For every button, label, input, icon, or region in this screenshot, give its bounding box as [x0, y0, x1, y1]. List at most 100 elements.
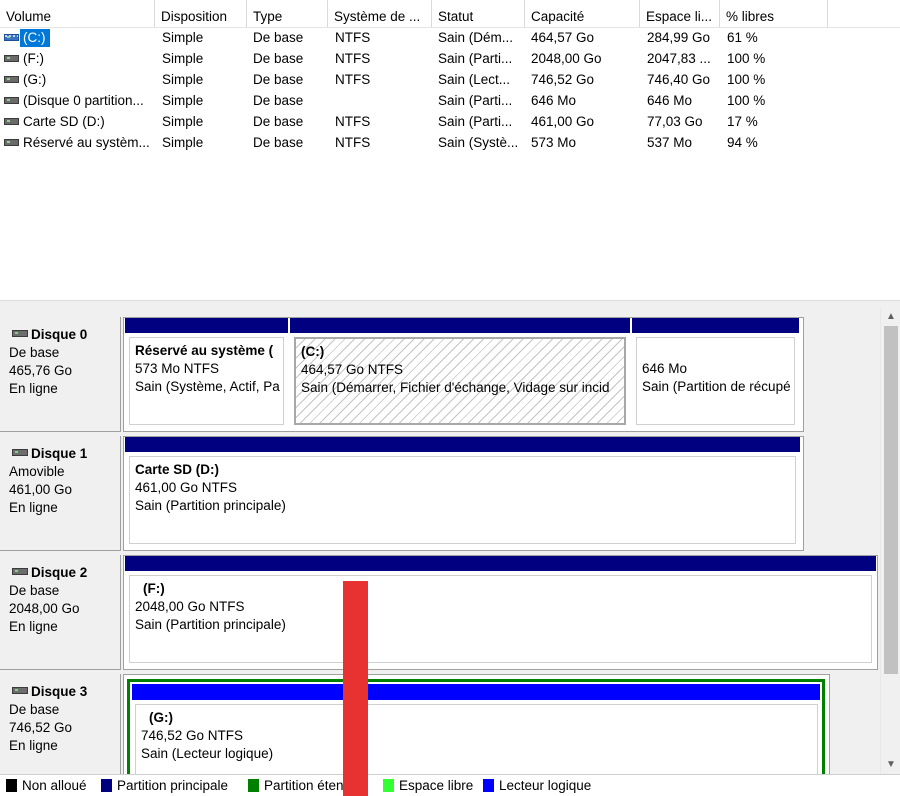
volume-filesystem: NTFS: [335, 30, 371, 45]
disk-label[interactable]: Disque 0 De base 465,76 Go En ligne: [0, 317, 121, 432]
disk-icon: [12, 568, 28, 575]
volume-status: Sain (Lect...: [438, 72, 511, 87]
extended-partition[interactable]: (G:) 746,52 Go NTFS Sain (Lecteur logiqu…: [127, 679, 825, 774]
partition-c-drive[interactable]: (C:) 464,57 Go NTFS Sain (Démarrer, Fich…: [290, 318, 630, 429]
volume-type: De base: [253, 114, 304, 129]
partition-info: Réservé au système ( 573 Mo NTFS Sain (S…: [129, 337, 284, 425]
volume-filesystem: NTFS: [335, 135, 371, 150]
legend-swatch-icon: [383, 779, 394, 792]
column-header-label: Volume: [6, 9, 52, 24]
volume-row[interactable]: (Disque 0 partition... Simple De base Sa…: [0, 91, 900, 112]
column-header-percent-free[interactable]: % libres: [720, 0, 828, 28]
volume-list[interactable]: Volume Disposition Type Système de ... S…: [0, 0, 900, 300]
disk-state: En ligne: [9, 500, 58, 515]
volume-name: (C:): [20, 29, 50, 47]
partition-status: Sain (Partition de récupé: [642, 379, 791, 394]
volume-icon: [4, 76, 19, 83]
column-header-filesystem[interactable]: Système de ...: [328, 0, 432, 28]
legend-item: Lecteur logique: [483, 778, 591, 793]
volume-row[interactable]: Carte SD (D:) Simple De base NTFS Sain (…: [0, 112, 900, 133]
volume-type: De base: [253, 72, 304, 87]
column-header-label: % libres: [726, 9, 775, 24]
partition-f-drive[interactable]: (F:) 2048,00 Go NTFS Sain (Partition pri…: [125, 556, 876, 667]
volume-capacity: 746,52 Go: [531, 72, 595, 87]
chevron-up-icon[interactable]: ▲: [881, 308, 900, 326]
volume-free-space: 77,03 Go: [647, 114, 703, 129]
partition-g-drive[interactable]: (G:) 746,52 Go NTFS Sain (Lecteur logiqu…: [135, 704, 818, 774]
partition-size: 464,57 Go NTFS: [301, 362, 404, 377]
partition-status: Sain (Partition principale): [135, 617, 286, 632]
volume-layout: Simple: [162, 30, 204, 45]
disk-state: En ligne: [9, 619, 58, 634]
disk-icon: [12, 330, 28, 337]
partition-info: Carte SD (D:) 461,00 Go NTFS Sain (Parti…: [129, 456, 796, 544]
disk-row-3[interactable]: Disque 3 De base 746,52 Go En ligne (G:)…: [0, 674, 880, 774]
disk-name: Disque 2: [31, 565, 88, 580]
partition-sd-card[interactable]: Carte SD (D:) 461,00 Go NTFS Sain (Parti…: [125, 437, 800, 548]
column-header-label: Système de ...: [334, 9, 421, 24]
column-header-type[interactable]: Type: [247, 0, 328, 28]
partition-info: 646 Mo Sain (Partition de récupé: [636, 337, 795, 425]
column-header-filler: [828, 0, 900, 28]
partition-size: 746,52 Go NTFS: [141, 728, 244, 743]
disk-graphic-view: Disque 0 De base 465,76 Go En ligne Rése…: [0, 308, 900, 774]
disk-row-1[interactable]: Disque 1 Amovible 461,00 Go En ligne Car…: [0, 436, 880, 551]
column-header-disposition[interactable]: Disposition: [155, 0, 247, 28]
volume-percent-free: 17 %: [727, 114, 758, 129]
partition-name: (F:): [143, 581, 165, 596]
volume-status: Sain (Parti...: [438, 114, 513, 129]
volume-name: (Disque 0 partition...: [23, 93, 144, 108]
volume-row[interactable]: Réservé au systèm... Simple De base NTFS…: [0, 133, 900, 154]
volume-name: (F:): [23, 51, 44, 66]
column-header-capacity[interactable]: Capacité: [525, 0, 640, 28]
volume-row[interactable]: (C:) Simple De base NTFS Sain (Dém... 46…: [0, 28, 900, 49]
disk-partitions: Carte SD (D:) 461,00 Go NTFS Sain (Parti…: [123, 436, 804, 551]
disk-label[interactable]: Disque 2 De base 2048,00 Go En ligne: [0, 555, 121, 670]
scrollbar-thumb[interactable]: [884, 326, 898, 674]
column-header-label: Disposition: [161, 9, 228, 24]
volume-free-space: 284,99 Go: [647, 30, 711, 45]
chevron-down-icon[interactable]: ▼: [881, 756, 900, 774]
column-header-label: Statut: [438, 9, 474, 24]
column-header-volume[interactable]: Volume: [0, 0, 155, 28]
disk-name: Disque 1: [31, 446, 88, 461]
volume-layout: Simple: [162, 51, 204, 66]
volume-row[interactable]: (F:) Simple De base NTFS Sain (Parti... …: [0, 49, 900, 70]
partition-system-reserved[interactable]: Réservé au système ( 573 Mo NTFS Sain (S…: [125, 318, 288, 429]
volume-row[interactable]: (G:) Simple De base NTFS Sain (Lect... 7…: [0, 70, 900, 91]
disk-kind: De base: [9, 702, 60, 717]
disk-label[interactable]: Disque 3 De base 746,52 Go En ligne: [0, 674, 121, 774]
column-header-free-space[interactable]: Espace li...: [640, 0, 720, 28]
disk-icon: [12, 687, 28, 694]
volume-free-space: 746,40 Go: [647, 72, 711, 87]
partition-size: 646 Mo: [642, 361, 688, 376]
volume-free-space: 2047,83 ...: [647, 51, 711, 66]
pane-splitter[interactable]: [0, 300, 900, 308]
volume-icon: [4, 118, 19, 125]
legend-item: Partition principale: [101, 778, 228, 793]
disk-label[interactable]: Disque 1 Amovible 461,00 Go En ligne: [0, 436, 121, 551]
volume-free-space: 537 Mo: [647, 135, 693, 150]
legend-item: Non alloué: [6, 778, 87, 793]
volume-filesystem: NTFS: [335, 51, 371, 66]
disk-row-2[interactable]: Disque 2 De base 2048,00 Go En ligne (F:…: [0, 555, 880, 670]
volume-icon: [4, 139, 19, 146]
volume-name: Réservé au systèm...: [23, 135, 150, 150]
volume-filesystem: NTFS: [335, 114, 371, 129]
volume-capacity: 573 Mo: [531, 135, 577, 150]
column-header-status[interactable]: Statut: [432, 0, 525, 28]
disk-size: 465,76 Go: [9, 363, 73, 378]
volume-layout: Simple: [162, 114, 204, 129]
partition-name: Réservé au système (: [135, 343, 274, 358]
volume-status: Sain (Parti...: [438, 93, 513, 108]
partition-info: (F:) 2048,00 Go NTFS Sain (Partition pri…: [129, 575, 872, 663]
disk-state: En ligne: [9, 381, 58, 396]
disk-row-0[interactable]: Disque 0 De base 465,76 Go En ligne Rése…: [0, 317, 880, 432]
volume-icon: [4, 55, 19, 62]
volume-icon: [4, 97, 19, 104]
partition-size: 573 Mo NTFS: [135, 361, 220, 376]
disk-size: 2048,00 Go: [9, 601, 80, 616]
volume-percent-free: 100 %: [727, 93, 766, 108]
partition-recovery[interactable]: 646 Mo Sain (Partition de récupé: [632, 318, 799, 429]
vertical-scrollbar[interactable]: ▲ ▼: [880, 308, 900, 774]
